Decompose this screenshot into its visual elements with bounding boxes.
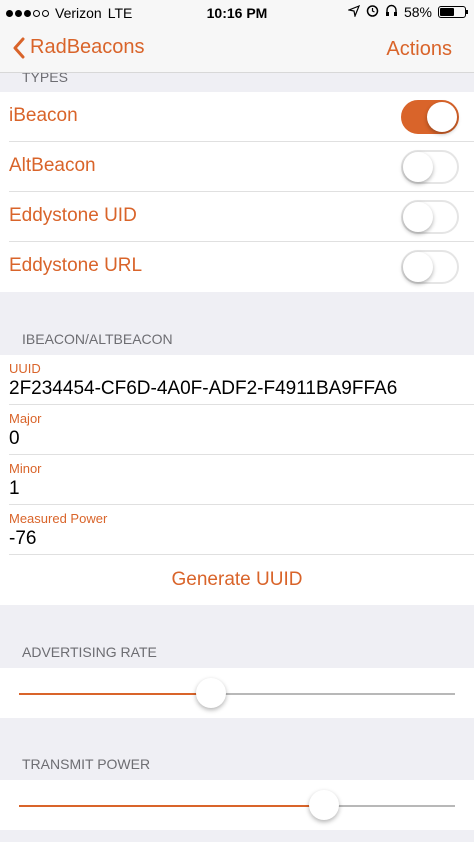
major-value[interactable]: 0 (9, 428, 20, 450)
measured-power-value[interactable]: -76 (9, 528, 36, 550)
type-row-ibeacon: iBeacon (0, 92, 474, 142)
slider-thumb[interactable] (309, 790, 340, 820)
toggle-knob (427, 102, 457, 132)
transmit-power-header: TRANSMIT POWER (22, 756, 151, 772)
slider-thumb[interactable] (195, 678, 226, 708)
field-label: Measured Power (9, 511, 108, 526)
toggle-knob (403, 152, 433, 182)
chevron-left-icon (13, 37, 25, 58)
ibeacon-section-header: IBEACON/ALTBEACON (22, 331, 173, 347)
minor-value[interactable]: 1 (9, 478, 20, 500)
alarm-icon (366, 4, 379, 20)
transmit-power-slider[interactable] (0, 780, 474, 830)
major-field[interactable]: Major 0 (0, 405, 474, 455)
slider-track (19, 693, 455, 695)
type-row-eddystone-url: Eddystone URL (0, 242, 474, 292)
slider-fill (19, 693, 211, 695)
type-label: Eddystone UID (9, 205, 137, 226)
back-button-fg[interactable]: RadBeacons (12, 36, 145, 59)
back-button-label: RadBeacons (30, 36, 145, 58)
type-label: AltBeacon (9, 155, 96, 176)
ibeacon-toggle[interactable] (401, 100, 459, 134)
toggle-knob (403, 252, 433, 282)
battery-icon (438, 6, 468, 18)
slider-fill (19, 805, 325, 807)
altbeacon-toggle[interactable] (401, 150, 459, 184)
status-bar: Verizon LTE 10:16 PM 58% (0, 0, 474, 26)
navigation-bar-foreground: RadBeacons Actions (0, 26, 474, 72)
advertising-rate-slider[interactable] (0, 668, 474, 718)
field-label: Minor (9, 461, 42, 476)
generate-uuid-row: Generate UUID (0, 555, 474, 605)
field-label: Major (9, 411, 42, 426)
battery-percent: 58% (403, 4, 432, 20)
generate-uuid-button[interactable]: Generate UUID (0, 569, 474, 591)
type-row-altbeacon: AltBeacon (0, 142, 474, 192)
type-label: iBeacon (9, 105, 78, 126)
headphones-icon (385, 4, 398, 20)
type-label: Eddystone URL (9, 255, 143, 276)
actions-button-fg[interactable]: Actions (386, 38, 452, 61)
slider-track (19, 805, 455, 807)
ibeacon-fields: UUID 2F234454-CF6D-4A0F-ADF2-F4911BA9FFA… (0, 355, 474, 605)
eddystone-uid-toggle[interactable] (401, 200, 459, 234)
type-row-eddystone-uid: Eddystone UID (0, 192, 474, 242)
eddystone-url-toggle[interactable] (401, 250, 459, 284)
location-icon (346, 4, 361, 20)
toggle-knob (403, 202, 433, 232)
field-label: UUID (9, 361, 41, 376)
minor-field[interactable]: Minor 1 (0, 455, 474, 505)
types-list: iBeacon AltBeacon Eddystone UID Eddyston… (0, 92, 474, 292)
uuid-value[interactable]: 2F234454-CF6D-4A0F-ADF2-F4911BA9FFA6 (9, 378, 397, 400)
uuid-field[interactable]: UUID 2F234454-CF6D-4A0F-ADF2-F4911BA9FFA… (0, 355, 474, 405)
advertising-rate-header: ADVERTISING RATE (22, 644, 157, 660)
status-right: 58% (346, 4, 468, 20)
measured-power-field[interactable]: Measured Power -76 (0, 505, 474, 555)
